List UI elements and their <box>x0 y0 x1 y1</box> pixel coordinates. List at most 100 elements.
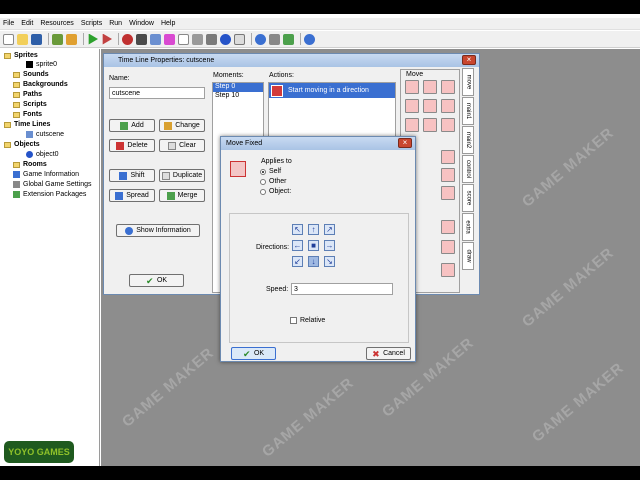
tree-extension-packages[interactable]: Extension Packages <box>13 191 86 198</box>
menu-scripts[interactable]: Scripts <box>81 20 102 27</box>
arrow-up-icon[interactable]: ↑ <box>308 224 319 235</box>
help-icon[interactable] <box>304 33 315 45</box>
tree-object0[interactable]: object0 <box>26 151 59 158</box>
font-icon[interactable] <box>192 33 203 45</box>
tree-backgrounds[interactable]: Backgrounds <box>13 81 68 88</box>
reverse-vertical-icon[interactable] <box>423 118 437 132</box>
speed-field[interactable]: 3 <box>291 283 393 295</box>
script-icon[interactable] <box>178 33 189 45</box>
menu-resources[interactable]: Resources <box>40 20 73 27</box>
radio-object[interactable]: Object: <box>260 188 291 195</box>
show-information-button[interactable]: Show Information <box>116 224 200 237</box>
ok-button[interactable]: ✔ OK <box>129 274 184 287</box>
arrow-up-right-icon[interactable]: ↗ <box>324 224 335 235</box>
sound-icon[interactable] <box>136 33 147 45</box>
save-icon[interactable] <box>31 33 42 45</box>
tree-sprites[interactable]: Sprites <box>4 52 38 59</box>
settings-icon[interactable] <box>269 33 280 45</box>
arrow-left-icon[interactable]: ← <box>292 240 303 251</box>
tree-cutscene[interactable]: cutscene <box>26 131 64 138</box>
change-button[interactable]: Change <box>159 119 205 132</box>
arrow-down-left-icon[interactable]: ↙ <box>292 256 303 267</box>
cancel-button[interactable]: ✖ Cancel <box>366 347 411 360</box>
jump-random-icon[interactable] <box>441 186 455 200</box>
spread-icon <box>115 191 124 200</box>
radio-self[interactable]: Self <box>260 168 281 175</box>
tree-rooms[interactable]: Rooms <box>13 161 47 168</box>
menu-file[interactable]: File <box>3 20 14 27</box>
name-field[interactable]: cutscene <box>109 87 205 99</box>
moment-item[interactable]: Step 0 <box>213 83 263 92</box>
tree-global-settings[interactable]: Global Game Settings <box>13 181 91 188</box>
speed-horizontal-icon[interactable] <box>405 99 419 113</box>
tab-control[interactable]: control <box>462 155 474 183</box>
move-free-icon[interactable] <box>423 80 437 94</box>
close-icon[interactable]: × <box>398 138 412 148</box>
end-path-icon[interactable] <box>441 240 455 254</box>
tab-draw[interactable]: draw <box>462 242 474 270</box>
new-icon[interactable] <box>3 33 14 45</box>
tree-scripts[interactable]: Scripts <box>13 101 47 108</box>
set-friction-icon[interactable] <box>441 118 455 132</box>
window-title: Time Line Properties: cutscene <box>104 54 479 67</box>
duplicate-button[interactable]: Duplicate <box>159 169 205 182</box>
menu-window[interactable]: Window <box>129 20 154 27</box>
check-icon: ✔ <box>242 348 251 359</box>
spread-button[interactable]: Spread <box>109 189 155 202</box>
clear-button[interactable]: Clear <box>159 139 205 152</box>
tab-main2[interactable]: main2 <box>462 126 474 154</box>
tree-sounds[interactable]: Sounds <box>13 71 49 78</box>
folder-icon <box>13 111 20 118</box>
tree-game-information[interactable]: Game Information <box>13 171 79 178</box>
jump-position-icon[interactable] <box>441 150 455 164</box>
path-icon[interactable] <box>441 220 455 234</box>
export-icon[interactable] <box>66 33 77 45</box>
extensions-icon[interactable] <box>283 33 294 45</box>
run-icon[interactable] <box>88 33 98 45</box>
arrow-up-left-icon[interactable]: ↖ <box>292 224 303 235</box>
tab-score[interactable]: score <box>462 184 474 212</box>
room-icon[interactable] <box>234 33 245 45</box>
arrow-right-icon[interactable]: → <box>324 240 335 251</box>
timeline-icon[interactable] <box>206 33 217 45</box>
shift-button[interactable]: Shift <box>109 169 155 182</box>
set-gravity-icon[interactable] <box>441 99 455 113</box>
action-item[interactable]: Start moving in a direction <box>269 83 395 98</box>
background-icon[interactable] <box>150 33 161 45</box>
moment-item[interactable]: Step 10 <box>213 92 263 101</box>
tab-extra[interactable]: extra <box>462 213 474 241</box>
menu-edit[interactable]: Edit <box>21 20 33 27</box>
menu-help[interactable]: Help <box>161 20 175 27</box>
stop-icon[interactable]: ■ <box>308 240 319 251</box>
reverse-horizontal-icon[interactable] <box>405 118 419 132</box>
radio-other[interactable]: Other <box>260 178 287 185</box>
debug-icon[interactable] <box>102 33 112 45</box>
open-icon[interactable] <box>17 33 28 45</box>
move-fixed-icon[interactable] <box>405 80 419 94</box>
arrow-down-icon[interactable]: ↓ <box>308 256 319 267</box>
add-button[interactable]: Add <box>109 119 155 132</box>
publish-icon[interactable] <box>52 33 63 45</box>
tree-objects[interactable]: Objects <box>4 141 40 148</box>
info-icon[interactable] <box>255 33 266 45</box>
tab-move[interactable]: move <box>462 68 474 96</box>
tree-sprite0[interactable]: sprite0 <box>26 61 57 68</box>
delete-button[interactable]: Delete <box>109 139 155 152</box>
move-towards-icon[interactable] <box>441 80 455 94</box>
relative-checkbox[interactable]: Relative <box>290 317 325 324</box>
step-towards-icon[interactable] <box>441 263 455 277</box>
object-icon[interactable] <box>220 33 231 45</box>
tree-paths[interactable]: Paths <box>13 91 42 98</box>
path-icon[interactable] <box>164 33 175 45</box>
merge-button[interactable]: Merge <box>159 189 205 202</box>
tree-timelines[interactable]: Time Lines <box>4 121 50 128</box>
sprite-icon[interactable] <box>122 33 133 45</box>
speed-vertical-icon[interactable] <box>423 99 437 113</box>
tab-main1[interactable]: main1 <box>462 97 474 125</box>
jump-start-icon[interactable] <box>441 168 455 182</box>
arrow-down-right-icon[interactable]: ↘ <box>324 256 335 267</box>
tree-fonts[interactable]: Fonts <box>13 111 42 118</box>
ok-button[interactable]: ✔ OK <box>231 347 276 360</box>
menu-run[interactable]: Run <box>109 20 122 27</box>
close-icon[interactable]: × <box>462 55 476 65</box>
